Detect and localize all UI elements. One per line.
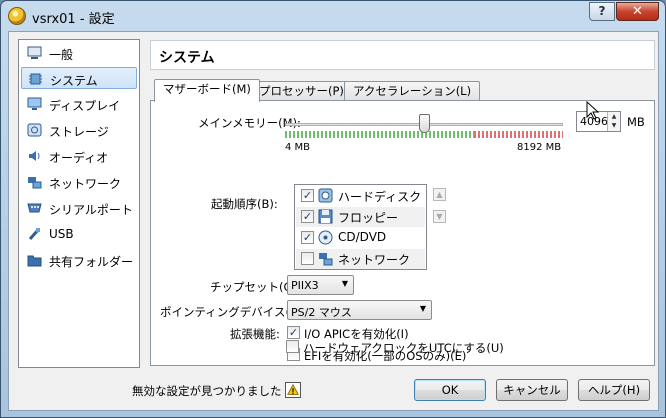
settings-window: vsrx01 - 設定 ? ✕ 一般 システム ディスプレイ ストレージ オーデ… (0, 0, 666, 418)
memory-slider-safe-range (285, 131, 474, 138)
sidebar-item-general[interactable]: 一般 (21, 42, 137, 64)
tab-motherboard[interactable]: マザーボード(M) (154, 79, 260, 102)
cd-dvd-icon (318, 230, 333, 245)
serial-port-icon (27, 203, 42, 213)
memory-max-label: 8192 MB (517, 142, 562, 153)
audio-speaker-icon (29, 151, 40, 161)
utc-clock-label: ハードウェアクロックをUTCにする(U) (303, 341, 504, 355)
boot-floppy-checkbox[interactable]: ✓ (301, 210, 314, 223)
boot-order-label: 起動順序(B): (211, 197, 278, 211)
chipset-value: PIIX3 (291, 279, 319, 292)
list-item[interactable]: ✓ フロッピー (296, 207, 425, 227)
sidebar-item-audio[interactable]: オーディオ (21, 145, 137, 167)
sidebar-item-label: 一般 (49, 48, 74, 62)
boot-item-label: ネットワーク (338, 253, 411, 267)
window-title: vsrx01 - 設定 (32, 12, 115, 27)
sidebar-item-label: ネットワーク (49, 177, 122, 191)
dialog-client-area: 一般 システム ディスプレイ ストレージ オーディオ ネットワーク シリアルポー… (8, 31, 659, 411)
invalid-settings-message: 無効な設定が見つかりました (132, 384, 282, 398)
sidebar-item-label: システム (50, 74, 98, 88)
boot-cd-dvd-checkbox[interactable]: ✓ (301, 231, 314, 244)
sidebar-item-serial-port[interactable]: シリアルポート (21, 197, 137, 219)
network-icon (28, 177, 42, 189)
utc-clock-checkbox[interactable] (286, 340, 299, 353)
memory-slider-thumb[interactable] (419, 114, 430, 133)
section-title: システム (159, 50, 215, 66)
close-button[interactable]: ✕ (616, 2, 659, 21)
sidebar-item-system[interactable]: システム (21, 67, 137, 89)
section-header: システム (150, 40, 655, 70)
sidebar-item-shared-folder[interactable]: 共有フォルダー (21, 249, 137, 271)
general-icon (27, 46, 42, 59)
motherboard-panel: メインメモリー(M): 4 MB 8192 MB 4096 ▲ ▼ MB 起動順序… (150, 100, 655, 366)
boot-order-list[interactable]: ✓ ハードディスク ✓ フロッピー ✓ CD/DVD ネットワーク (294, 184, 427, 270)
hard-disk-icon (318, 188, 333, 203)
mouse-pointer-icon (586, 101, 600, 120)
memory-slider[interactable] (285, 114, 565, 142)
floppy-icon (318, 209, 333, 224)
boot-item-label: CD/DVD (338, 230, 387, 244)
memory-slider-warning-range (474, 131, 563, 138)
display-monitor-icon (27, 97, 42, 110)
pointing-device-value: PS/2 マウス (291, 306, 352, 319)
pointing-device-select[interactable]: PS/2 マウス ▼ (287, 300, 432, 320)
boot-move-down-button[interactable]: ▼ (433, 210, 446, 223)
sidebar-item-label: ディスプレイ (49, 99, 121, 113)
list-item[interactable]: ネットワーク (296, 249, 425, 269)
chevron-down-icon: ▼ (341, 279, 348, 288)
warning-icon[interactable] (285, 382, 301, 398)
io-apic-checkbox[interactable]: ✓ (287, 326, 300, 339)
sidebar-item-label: オーディオ (49, 151, 109, 165)
tab-acceleration[interactable]: アクセラレーション(L) (344, 81, 481, 101)
settings-category-list: 一般 システム ディスプレイ ストレージ オーディオ ネットワーク シリアルポー… (18, 39, 140, 368)
boot-move-up-button[interactable]: ▲ (433, 188, 446, 201)
system-chip-icon (29, 73, 42, 85)
memory-unit: MB (627, 115, 645, 129)
memory-min-label: 4 MB (285, 142, 311, 153)
storage-disk-icon (27, 123, 42, 137)
help-button[interactable]: ヘルプ(H) (578, 379, 650, 401)
title-bar[interactable]: vsrx01 - 設定 ? ✕ (1, 1, 665, 31)
list-item[interactable]: ✓ CD/DVD (296, 228, 425, 248)
sidebar-item-label: USB (49, 227, 74, 241)
sidebar-item-usb[interactable]: USB (21, 223, 137, 245)
sidebar-item-display[interactable]: ディスプレイ (21, 93, 137, 115)
chevron-down-icon: ▼ (419, 304, 426, 313)
boot-network-checkbox[interactable] (301, 252, 314, 265)
tab-processor[interactable]: プロセッサー(P) (250, 81, 353, 101)
ok-button[interactable]: OK (414, 379, 486, 401)
title-help-button[interactable]: ? (589, 2, 615, 21)
sidebar-item-label: ストレージ (49, 125, 109, 139)
usb-icon (28, 228, 40, 240)
virtualbox-app-icon (8, 7, 26, 25)
shared-folder-icon (27, 255, 42, 267)
cancel-button[interactable]: キャンセル (496, 379, 568, 401)
boot-hard-disk-checkbox[interactable]: ✓ (301, 189, 314, 202)
list-item[interactable]: ✓ ハードディスク (296, 186, 425, 206)
sidebar-item-label: シリアルポート (49, 203, 133, 217)
extended-features-label: 拡張機能: (230, 327, 280, 341)
boot-item-label: フロッピー (338, 211, 399, 225)
chipset-select[interactable]: PIIX3 ▼ (287, 275, 354, 295)
pointing-device-label: ポインティングデバイス(P): (160, 305, 306, 319)
sidebar-item-storage[interactable]: ストレージ (21, 119, 137, 141)
boot-item-label: ハードディスク (338, 190, 422, 204)
memory-spin-arrows[interactable]: ▲ ▼ (607, 112, 620, 131)
sidebar-item-label: 共有フォルダー (49, 255, 134, 269)
sidebar-item-network[interactable]: ネットワーク (21, 171, 137, 193)
network-boot-icon (319, 253, 333, 266)
